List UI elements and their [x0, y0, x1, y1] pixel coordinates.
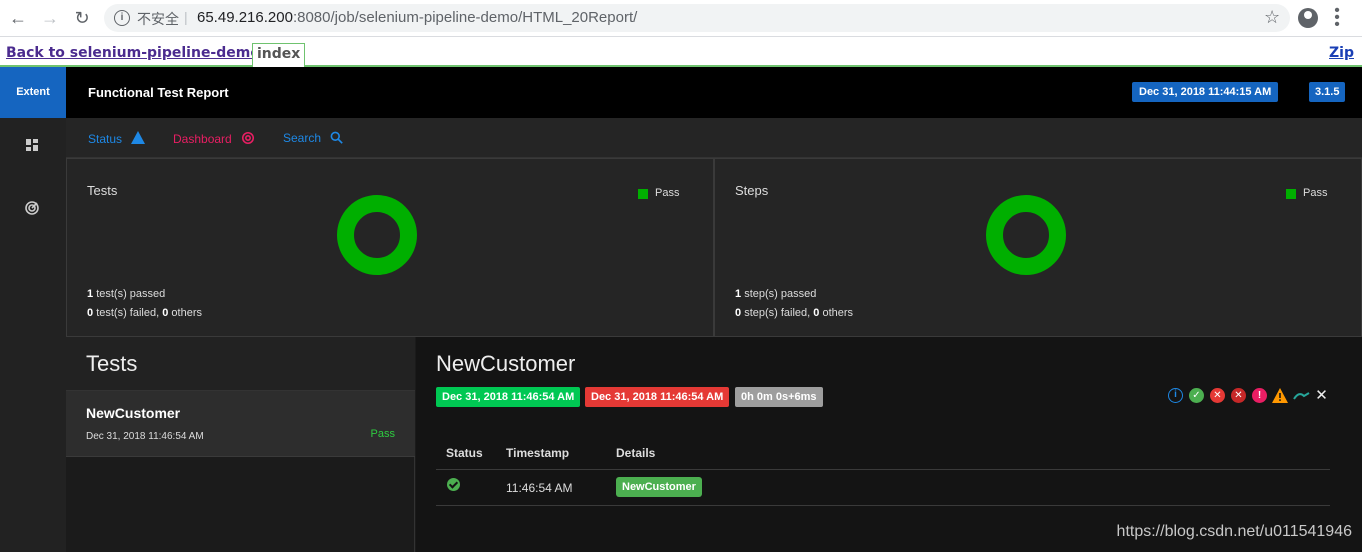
legend-swatch [1286, 189, 1296, 199]
report-topbar: Functional Test Report Dec 31, 2018 11:4… [66, 67, 1362, 118]
jenkins-link-bar: Back to selenium-pipeline-demo index Zip [0, 37, 1362, 67]
account-icon[interactable] [1298, 8, 1318, 28]
report-title: Functional Test Report [88, 85, 229, 100]
duration-badge: 0h 0m 0s+6ms [735, 387, 823, 407]
menu-dots-icon[interactable]: • • • [1334, 3, 1340, 33]
steps-summary-panel: Steps Pass 1 step(s) passed 0 step(s) fa… [714, 158, 1362, 337]
pass-donut-chart [337, 195, 417, 275]
test-list-item[interactable]: NewCustomer Dec 31, 2018 11:46:54 AM Pas… [66, 391, 415, 457]
pass-donut-chart [986, 195, 1066, 275]
url-separator: | [184, 9, 188, 25]
extent-report: Extent Functional Test Report Dec 31, 20… [0, 67, 1362, 552]
sub-nav: Status Dashboard Search [66, 118, 1362, 158]
error-filter-icon[interactable]: ! [1252, 388, 1267, 403]
column-header-details: Details [616, 446, 656, 460]
fatal-filter-icon[interactable]: ✕ [1231, 388, 1246, 403]
side-nav: Extent [0, 67, 66, 552]
zip-link[interactable]: Zip [1329, 45, 1354, 61]
test-list-header: Tests [66, 337, 415, 391]
dashboard-grid-icon[interactable] [24, 137, 40, 153]
panel-title: Tests [87, 183, 118, 198]
header-divider [436, 469, 1330, 470]
browser-toolbar: ← → ↻ i 不安全 | 65.49.216.200:8080/job/sel… [0, 0, 1362, 37]
back-link[interactable]: Back to selenium-pipeline-demo [6, 45, 260, 61]
brand-logo[interactable]: Extent [0, 67, 66, 118]
report-date-badge: Dec 31, 2018 11:44:15 AM [1132, 82, 1279, 102]
forward-arrow-icon[interactable]: → [40, 8, 60, 28]
warning-triangle-icon [131, 131, 146, 144]
test-list: Tests NewCustomer Dec 31, 2018 11:46:54 … [66, 337, 415, 552]
legend-swatch [638, 189, 648, 199]
failed-stat: 0 step(s) failed, 0 others [735, 307, 854, 319]
column-header-status: Status [446, 446, 483, 460]
row-divider [436, 505, 1330, 506]
log-timestamp: 11:46:54 AM [506, 481, 573, 495]
test-list-title: Tests [86, 351, 138, 376]
passed-stat: 1 test(s) passed [87, 288, 166, 300]
tab-status[interactable]: Status [88, 131, 146, 146]
back-arrow-icon[interactable]: ← [8, 8, 28, 28]
radar-icon [242, 131, 255, 145]
panel-title: Steps [735, 183, 769, 198]
pass-status-icon [447, 478, 460, 491]
search-icon [330, 131, 344, 144]
tests-summary-panel: Tests Pass 1 test(s) passed 0 test(s) fa… [66, 158, 714, 337]
close-icon[interactable]: ✕ [1314, 388, 1329, 403]
security-label: 不安全 [137, 12, 179, 28]
passed-stat: 1 step(s) passed [735, 288, 817, 300]
test-name: NewCustomer [86, 405, 181, 421]
tab-search[interactable]: Search [283, 131, 344, 145]
info-filter-icon[interactable]: i [1168, 388, 1183, 403]
version-badge: 3.1.5 [1309, 82, 1346, 102]
test-detail: NewCustomer Dec 31, 2018 11:46:54 AM Dec… [416, 337, 1362, 552]
url-text[interactable]: 65.49.216.200:8080/job/selenium-pipeline… [197, 9, 637, 26]
test-time: Dec 31, 2018 11:46:54 AM [86, 431, 204, 442]
failed-stat: 0 test(s) failed, 0 others [87, 307, 202, 319]
reload-icon[interactable]: ↻ [72, 8, 92, 28]
end-time-badge: Dec 31, 2018 11:46:54 AM [585, 387, 730, 407]
fail-filter-icon[interactable]: ✕ [1210, 388, 1225, 403]
bookmark-star-icon[interactable]: ☆ [1264, 7, 1280, 28]
start-time-badge: Dec 31, 2018 11:46:54 AM [436, 387, 581, 407]
column-header-timestamp: Timestamp [506, 446, 570, 460]
watermark-text: https://blog.csdn.net/u011541946 [1116, 523, 1352, 540]
radar-icon[interactable] [24, 200, 40, 216]
index-tab[interactable]: index [252, 43, 306, 67]
test-detail-title: NewCustomer [436, 351, 576, 376]
log-details-badge: NewCustomer [616, 477, 702, 497]
legend-label: Pass [655, 187, 680, 199]
address-bar[interactable]: i 不安全 | 65.49.216.200:8080/job/selenium-… [104, 4, 1290, 32]
test-status: Pass [370, 428, 395, 440]
info-icon[interactable]: i [114, 10, 130, 26]
legend-label: Pass [1303, 187, 1328, 199]
skip-filter-icon[interactable] [1293, 390, 1311, 401]
pass-filter-icon[interactable]: ✓ [1189, 388, 1204, 403]
tab-dashboard[interactable]: Dashboard [173, 131, 255, 146]
warning-filter-icon[interactable] [1272, 388, 1288, 403]
